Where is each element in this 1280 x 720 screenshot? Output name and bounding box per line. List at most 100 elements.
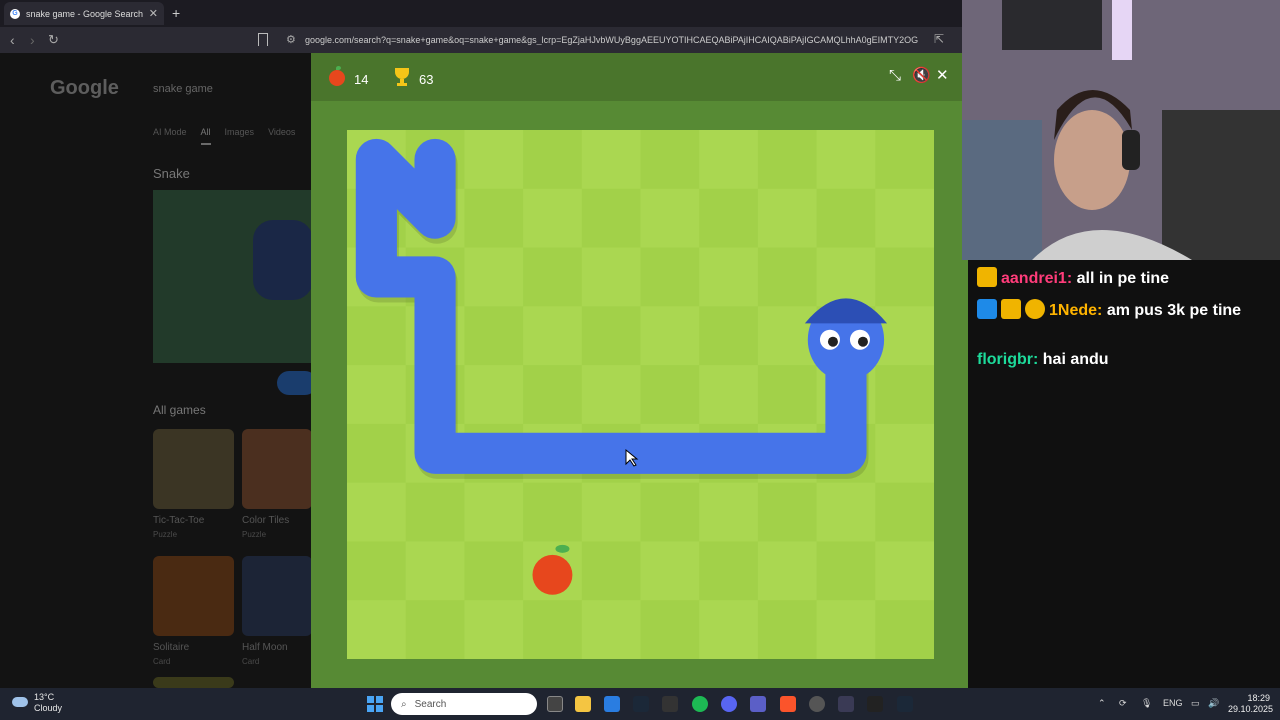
store-icon[interactable]: [604, 696, 620, 712]
system-clock[interactable]: 18:29 29.10.2025: [1228, 693, 1274, 715]
apple-icon: [329, 66, 345, 86]
close-icon[interactable]: ✕: [936, 67, 949, 85]
obs-icon[interactable]: [809, 696, 825, 712]
board-cell: [640, 365, 700, 425]
board-cell: [464, 541, 524, 601]
weather-widget[interactable]: 13°C Cloudy: [34, 692, 62, 714]
board-cell: [757, 541, 818, 601]
volume-icon[interactable]: 🔊: [1208, 698, 1219, 709]
board-cell: [699, 130, 759, 190]
board-cell: [699, 482, 759, 542]
steam-icon[interactable]: [633, 696, 649, 712]
board-cell: [581, 247, 641, 307]
board-cell: [581, 306, 641, 366]
board-cell: [699, 600, 759, 659]
microphone-icon[interactable]: 🎙: [1141, 698, 1152, 709]
game-board[interactable]: [347, 130, 934, 659]
forward-icon[interactable]: ›: [30, 32, 35, 48]
temperature: 13°C: [34, 692, 55, 702]
back-icon[interactable]: ‹: [10, 32, 15, 48]
epic-games-icon[interactable]: [662, 696, 678, 712]
google-logo[interactable]: Google: [50, 77, 119, 100]
board-cell: [816, 130, 876, 190]
game-tile-half-moon[interactable]: [242, 556, 312, 636]
board-cell: [699, 188, 759, 249]
game-tile-color-tiles[interactable]: [242, 429, 312, 509]
game-category: Puzzle: [242, 530, 267, 539]
board-cell: [699, 247, 759, 307]
hammer-badge-icon: [977, 299, 997, 319]
weather-condition: Cloudy: [34, 703, 63, 713]
teams-icon[interactable]: [750, 696, 766, 712]
snake-game-modal: 14 63 ⤡ 🔇 ✕: [311, 53, 968, 688]
fullscreen-icon[interactable]: ⤡: [889, 67, 901, 85]
chat-text: am pus 3k pe tine: [1106, 302, 1242, 319]
board-cell: [581, 365, 641, 425]
game-tile[interactable]: [153, 677, 234, 688]
taskbar: 13°C Cloudy ⌕ Search ⌃ ⟳ 🎙 ENG ▭ 🔊 18:29…: [0, 688, 1280, 720]
board-cell: [464, 600, 524, 659]
bookmark-icon[interactable]: [258, 33, 268, 46]
board-cell: [757, 130, 818, 190]
board-cell: [347, 306, 407, 366]
close-tab-icon[interactable]: ✕: [149, 7, 158, 20]
board-cell: [640, 247, 700, 307]
screen: G snake game - Google Search ✕ + ‹ › ↻ ⚙…: [0, 0, 1280, 720]
search-placeholder: Search: [414, 698, 447, 710]
steam-client-icon[interactable]: [897, 696, 913, 712]
cloud-icon: [12, 697, 28, 707]
url-field[interactable]: google.com/search?q=snake+game&oq=snake+…: [305, 35, 925, 45]
search-query[interactable]: snake game: [153, 83, 213, 95]
language-indicator[interactable]: ENG: [1163, 698, 1183, 708]
windows-start-icon[interactable]: [367, 696, 383, 712]
site-info-icon[interactable]: ⚙: [286, 33, 296, 46]
board-cell: [640, 306, 700, 366]
board-cell: [640, 130, 700, 190]
address-bar-row: ‹ › ↻ ⚙ google.com/search?q=snake+game&o…: [0, 27, 962, 53]
app-icon[interactable]: [838, 696, 854, 712]
brave-browser-icon[interactable]: [780, 696, 796, 712]
game-tile-tic-tac-toe[interactable]: [153, 429, 234, 509]
board-cell: [464, 365, 524, 425]
game-category: Puzzle: [153, 530, 178, 539]
board-cell: [464, 247, 524, 307]
epic-launcher-icon[interactable]: [867, 696, 883, 712]
tab-title: snake game - Google Search: [26, 8, 144, 19]
board-cell: [581, 130, 641, 190]
board-cell: [581, 188, 641, 249]
board-cell: [464, 482, 524, 542]
sync-icon[interactable]: ⟳: [1119, 698, 1127, 709]
crown-badge-icon: [1001, 299, 1021, 319]
mute-icon[interactable]: 🔇: [912, 67, 931, 85]
spotify-icon[interactable]: [692, 696, 708, 712]
date: 29.10.2025: [1228, 704, 1274, 714]
display-icon[interactable]: ▭: [1191, 698, 1200, 709]
tab-all[interactable]: All: [200, 127, 211, 145]
game-tile-solitaire[interactable]: [153, 556, 234, 636]
board-cell: [816, 541, 876, 601]
board-cell: [523, 365, 583, 425]
new-tab-icon[interactable]: +: [172, 5, 180, 21]
file-explorer-icon[interactable]: [575, 696, 591, 712]
share-icon[interactable]: ⇱: [934, 32, 944, 46]
board-cell: [347, 482, 407, 542]
crown-badge-icon: [977, 267, 997, 287]
discord-icon[interactable]: [721, 696, 737, 712]
tab-images[interactable]: Images: [225, 127, 255, 145]
browser-tab[interactable]: G snake game - Google Search ✕: [4, 2, 164, 25]
tab-ai-mode[interactable]: AI Mode: [153, 127, 187, 145]
chat-user: aandrei1:: [1001, 270, 1073, 287]
board-cell: [523, 306, 583, 366]
snake-banner-image[interactable]: [153, 190, 313, 363]
board-cell: [875, 188, 934, 249]
task-view-icon[interactable]: [547, 696, 563, 712]
reload-icon[interactable]: ↻: [48, 32, 59, 48]
board-cell: [464, 130, 524, 190]
board-cell: [875, 365, 934, 425]
taskbar-search[interactable]: ⌕ Search: [391, 693, 537, 715]
time: 18:29: [1247, 693, 1270, 703]
board-cell: [816, 482, 876, 542]
tray-overflow-icon[interactable]: ⌃: [1098, 698, 1106, 709]
tab-videos[interactable]: Videos: [268, 127, 295, 145]
board-cell: [464, 188, 524, 249]
